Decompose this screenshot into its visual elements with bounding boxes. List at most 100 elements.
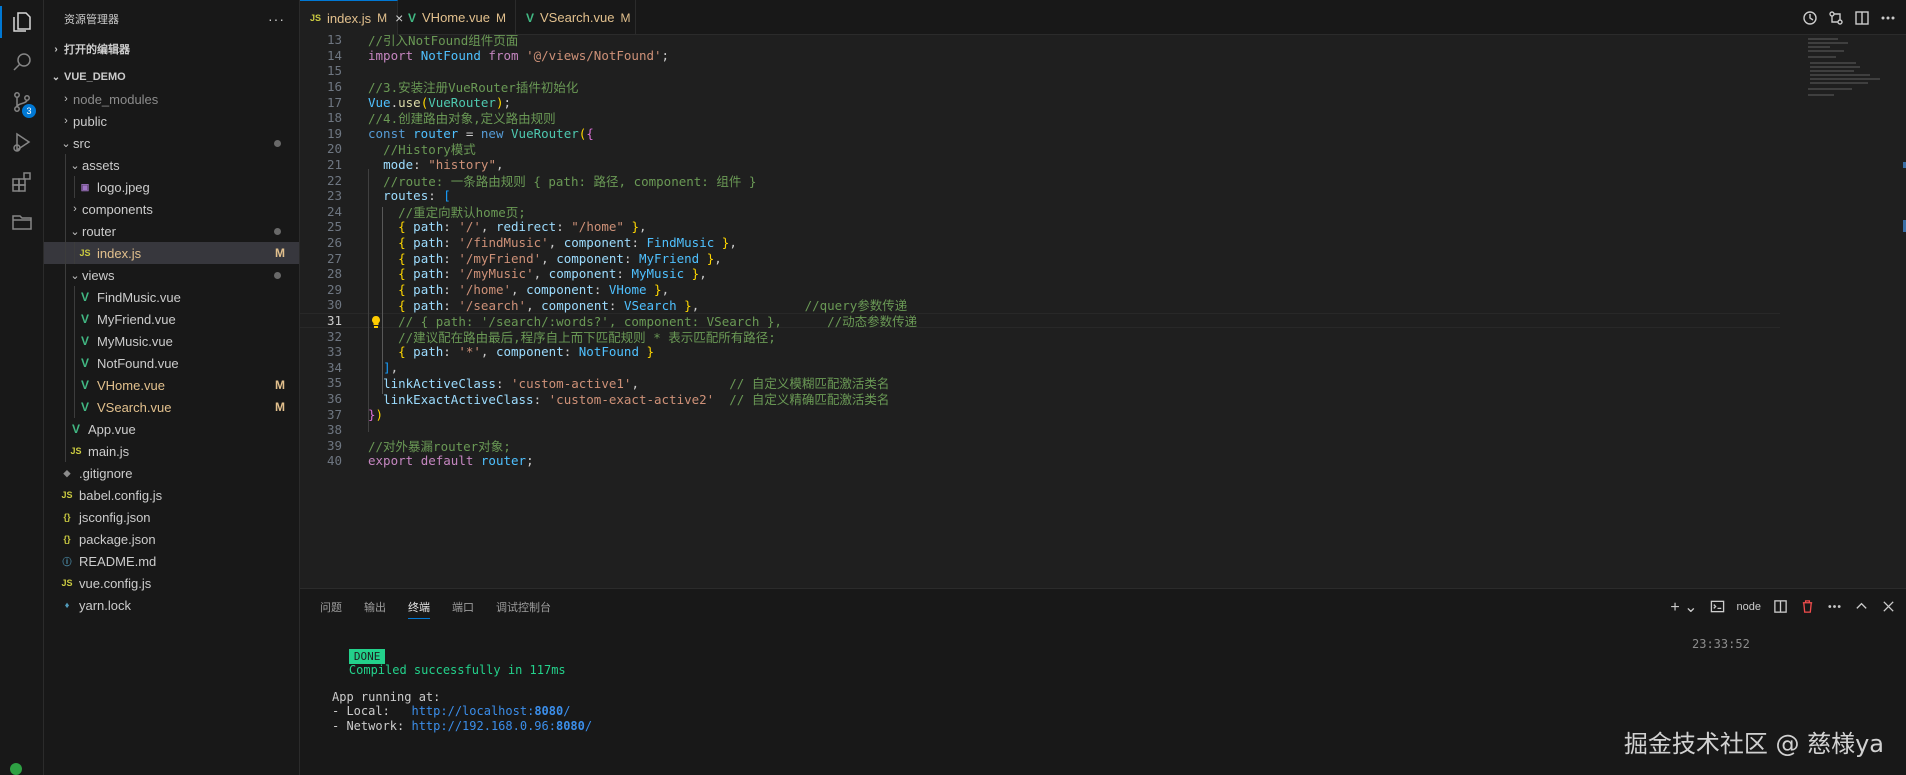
watermark: 掘金技术社区 @ 慈様ya — [1623, 730, 1884, 758]
activity-bar: 3 — [0, 0, 44, 775]
editor-actions — [1802, 0, 1896, 35]
timeline-icon[interactable] — [1802, 10, 1818, 26]
open-editors-section[interactable]: › 打开的编辑器 — [44, 38, 299, 60]
more-actions-icon[interactable] — [1827, 599, 1842, 614]
panel-tab[interactable]: 问题 — [320, 599, 342, 615]
line-number: 39 — [326, 437, 342, 453]
panel-tab[interactable]: 输出 — [364, 599, 386, 615]
tree-file[interactable]: JS vue.config.js — [44, 572, 299, 594]
local-url-link[interactable]: http://localhost:8080/ — [411, 704, 570, 718]
app-running-text: App running at: — [332, 690, 441, 704]
shell-name[interactable]: node — [1737, 601, 1761, 613]
workspace-section[interactable]: ⌄ VUE_DEMO — [44, 66, 299, 88]
line-number: 29 — [326, 281, 342, 297]
close-icon[interactable] — [1881, 599, 1896, 614]
tree-file[interactable]: JS babel.config.js — [44, 484, 299, 506]
maximize-panel-icon[interactable] — [1854, 599, 1869, 614]
code-line[interactable]: 36 linkExactActiveClass: 'custom-exact-a… — [300, 391, 1780, 407]
code-line[interactable]: 16 //3.安装注册VueRouter插件初始化 — [300, 79, 1780, 95]
code-line[interactable]: 37}) — [300, 406, 1780, 422]
code-token: '*' — [458, 344, 481, 360]
tree-folder[interactable]: ⌄ router — [44, 220, 299, 242]
code-line[interactable]: 22 //route: 一条路由规则 { path: 路径, component… — [300, 172, 1780, 189]
tree-file[interactable]: JS index.js M — [44, 242, 299, 264]
code-line[interactable]: 33 { path: '*', component: NotFound } — [300, 344, 1780, 360]
code-token: { — [398, 266, 414, 282]
split-terminal-icon[interactable] — [1773, 599, 1788, 614]
code-editor[interactable]: 13 //引入NotFound组件页面 14 import NotFound from… — [300, 32, 1906, 587]
code-line[interactable]: 28 { path: '/myMusic', component: MyMusi… — [300, 266, 1780, 282]
tree-file[interactable]: V MyMusic.vue — [44, 330, 299, 352]
tree-folder[interactable]: › public — [44, 110, 299, 132]
code-line[interactable]: 40 export default router; — [300, 453, 1780, 469]
account-status-dot — [10, 763, 22, 775]
tree-file[interactable]: V MyFriend.vue — [44, 308, 299, 330]
panel-tab[interactable]: 调试控制台 — [496, 599, 551, 615]
code-token: path — [413, 219, 444, 235]
vue-file-icon: V — [408, 10, 417, 25]
source-control-icon[interactable]: 3 — [0, 82, 44, 122]
split-editor-icon[interactable] — [1854, 10, 1870, 26]
extensions-icon[interactable] — [0, 162, 44, 202]
tree-file[interactable]: ♦ yarn.lock — [44, 594, 299, 616]
tree-item-label: package.json — [79, 531, 156, 547]
tree-file[interactable]: V FindMusic.vue — [44, 286, 299, 308]
run-debug-icon[interactable] — [0, 122, 44, 162]
tree-file[interactable]: ⓘ README.md — [44, 550, 299, 572]
tree-file[interactable]: {} package.json — [44, 528, 299, 550]
tree-file[interactable]: V App.vue — [44, 418, 299, 440]
explorer-icon[interactable] — [0, 2, 44, 42]
info-file-icon: ⓘ — [62, 556, 72, 567]
code-line[interactable]: 13 //引入NotFound组件页面 — [300, 32, 1780, 48]
tree-file[interactable]: {} jsconfig.json — [44, 506, 299, 528]
tree-item-label: MyMusic.vue — [97, 333, 173, 349]
code-text: //建议配在路由最后,程序自上而下匹配规则 * 表示匹配所有路径; — [368, 327, 776, 346]
tree-file[interactable]: ◆ .gitignore — [44, 462, 299, 484]
tree-file[interactable]: V NotFound.vue — [44, 352, 299, 374]
tree-folder[interactable]: › components — [44, 198, 299, 220]
tree-folder[interactable]: ⌄ views — [44, 264, 299, 286]
tab-vsearch-vue[interactable]: V VSearch.vue M — [516, 0, 636, 35]
panel-tab[interactable]: 终端 — [408, 599, 430, 619]
minimap[interactable] — [1806, 36, 1890, 116]
code-line[interactable]: 38 — [300, 422, 1780, 438]
tree-file[interactable]: V VSearch.vue M — [44, 396, 299, 418]
explorer-header: 资源管理器 ··· — [44, 0, 299, 38]
code-token: : — [443, 219, 459, 235]
open-changes-icon[interactable] — [1828, 10, 1844, 26]
tree-item-label: App.vue — [88, 421, 136, 437]
code-line[interactable]: 19 const router = new VueRouter({ — [300, 126, 1780, 142]
code-token: { — [398, 250, 414, 266]
tab-status: M — [620, 10, 631, 25]
code-line[interactable]: 32 //建议配在路由最后,程序自上而下匹配规则 * 表示匹配所有路径; — [300, 327, 1780, 346]
panel-tab[interactable]: 端口 — [452, 599, 474, 615]
tree-folder[interactable]: ⌄ src — [44, 132, 299, 154]
code-line[interactable]: 25 { path: '/', redirect: "/home" }, — [300, 219, 1780, 235]
code-line[interactable]: 20 //History模式 — [300, 141, 1780, 157]
json-file-icon: {} — [63, 534, 71, 544]
code-line[interactable]: 24 //重定向默认home页; — [300, 204, 1780, 220]
tree-folder[interactable]: ⌄ assets — [44, 154, 299, 176]
tree-item-label: NotFound.vue — [97, 355, 179, 371]
remote-explorer-icon[interactable] — [0, 202, 44, 242]
lightbulb-icon[interactable] — [370, 315, 382, 329]
code-text: //4.创建路由对象,定义路由规则 — [368, 108, 556, 127]
more-actions-icon[interactable] — [1880, 10, 1896, 26]
code-line[interactable]: 39 //对外暴漏router对象; — [300, 438, 1780, 454]
code-line[interactable]: 14 import NotFound from '@/views/NotFound… — [300, 48, 1780, 64]
network-url-link[interactable]: http://192.168.0.96:8080/ — [411, 719, 592, 733]
code-line[interactable]: 26 { path: '/findMusic', component: Find… — [300, 235, 1780, 251]
search-icon[interactable] — [0, 42, 44, 82]
trash-icon[interactable] — [1800, 599, 1815, 614]
tree-file[interactable]: V VHome.vue M — [44, 374, 299, 396]
code-line[interactable]: 18 //4.创建路由对象,定义路由规则 — [300, 110, 1780, 126]
tree-folder[interactable]: › node_modules — [44, 88, 299, 110]
tree-file[interactable]: JS main.js — [44, 440, 299, 462]
tree-file[interactable]: ▣ logo.jpeg — [44, 176, 299, 198]
more-actions-icon[interactable]: ··· — [268, 11, 285, 27]
code-token: } — [699, 250, 715, 266]
code-line[interactable]: 27 { path: '/myFriend', component: MyFri… — [300, 250, 1780, 266]
new-terminal-icon[interactable]: + ⌄ — [1670, 597, 1697, 617]
